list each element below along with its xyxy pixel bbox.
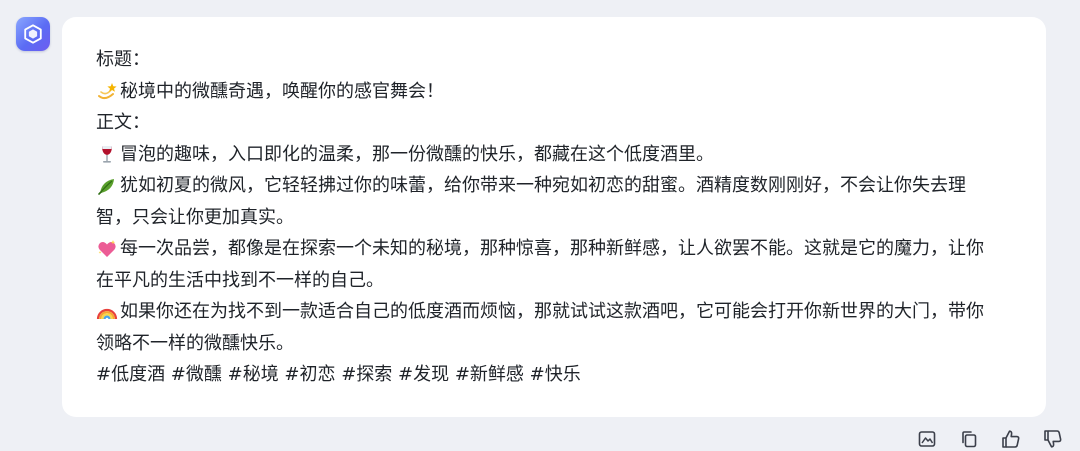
paragraph-line: 领略不一样的微醺快乐。 [96, 328, 1026, 360]
cube-icon [24, 24, 42, 44]
paragraph-line: 如果你还在为找不到一款适合自己的低度酒而烦恼，那就试试这款酒吧，它可能会打开你新… [96, 296, 1026, 328]
assistant-message-bubble: 标题： 秘境中的微醺奇遇，唤醒你的感官舞会！ 正文： 冒泡的趣味，入口即化的温柔… [62, 17, 1046, 417]
assistant-avatar [16, 17, 50, 51]
hashtags-text: #低度酒 #微醺 #秘境 #初恋 #探索 #发现 #新鲜感 #快乐 [96, 364, 581, 385]
title-line: 秘境中的微醺奇遇，唤醒你的感官舞会！ [96, 76, 1026, 108]
copy-icon[interactable] [956, 428, 982, 450]
paragraph-line: 犹如初夏的微风，它轻轻拂过你的味蕾，给你带来一种宛如初恋的甜蜜。酒精度数刚刚好，… [96, 170, 1026, 202]
hashtags: #低度酒 #微醺 #秘境 #初恋 #探索 #发现 #新鲜感 #快乐 [96, 359, 1026, 391]
paragraph-text: 冒泡的趣味，入口即化的温柔，那一份微醺的快乐，都藏在这个低度酒里。 [120, 143, 714, 165]
paragraph-line: 智，只会让你更加真实。 [96, 202, 1026, 234]
paragraph-line: 在平凡的生活中找到不一样的自己。 [96, 265, 1026, 297]
message-actions-toolbar [914, 428, 1066, 450]
dizzy-star-icon [96, 80, 118, 102]
paragraph-line: 每一次品尝，都像是在探索一个未知的秘境，那种惊喜，那种新鲜感，让人欲罢不能。这就… [96, 233, 1026, 265]
paragraph-text: 智，只会让你更加真实。 [96, 206, 294, 228]
paragraph-text: 如果你还在为找不到一款适合自己的低度酒而烦恼，那就试试这款酒吧，它可能会打开你新… [120, 301, 984, 322]
paragraph-line: 冒泡的趣味，入口即化的温柔，那一份微醺的快乐，都藏在这个低度酒里。 [96, 139, 1026, 171]
paragraph-text: 在平凡的生活中找到不一样的自己。 [96, 269, 384, 291]
body-label-text: 正文： [96, 112, 150, 133]
title-label: 标题： [96, 44, 1026, 76]
image-icon[interactable] [914, 428, 940, 450]
paragraph-text: 领略不一样的微醺快乐。 [96, 332, 294, 354]
thumbs-up-icon[interactable] [998, 428, 1024, 450]
thumbs-down-icon[interactable] [1040, 428, 1066, 450]
title-label-text: 标题： [96, 49, 150, 70]
paragraph-text: 犹如初夏的微风，它轻轻拂过你的味蕾，给你带来一种宛如初恋的甜蜜。酒精度数刚刚好，… [120, 175, 966, 196]
paragraph-text: 每一次品尝，都像是在探索一个未知的秘境，那种惊喜，那种新鲜感，让人欲罢不能。这就… [120, 238, 984, 259]
title-text: 秘境中的微醺奇遇，唤醒你的感官舞会！ [120, 80, 444, 102]
sparkling-heart-icon [96, 238, 118, 260]
rainbow-icon [96, 301, 118, 323]
wine-glass-icon [96, 143, 118, 165]
herb-leaf-icon [96, 175, 118, 197]
body-label: 正文： [96, 107, 1026, 139]
